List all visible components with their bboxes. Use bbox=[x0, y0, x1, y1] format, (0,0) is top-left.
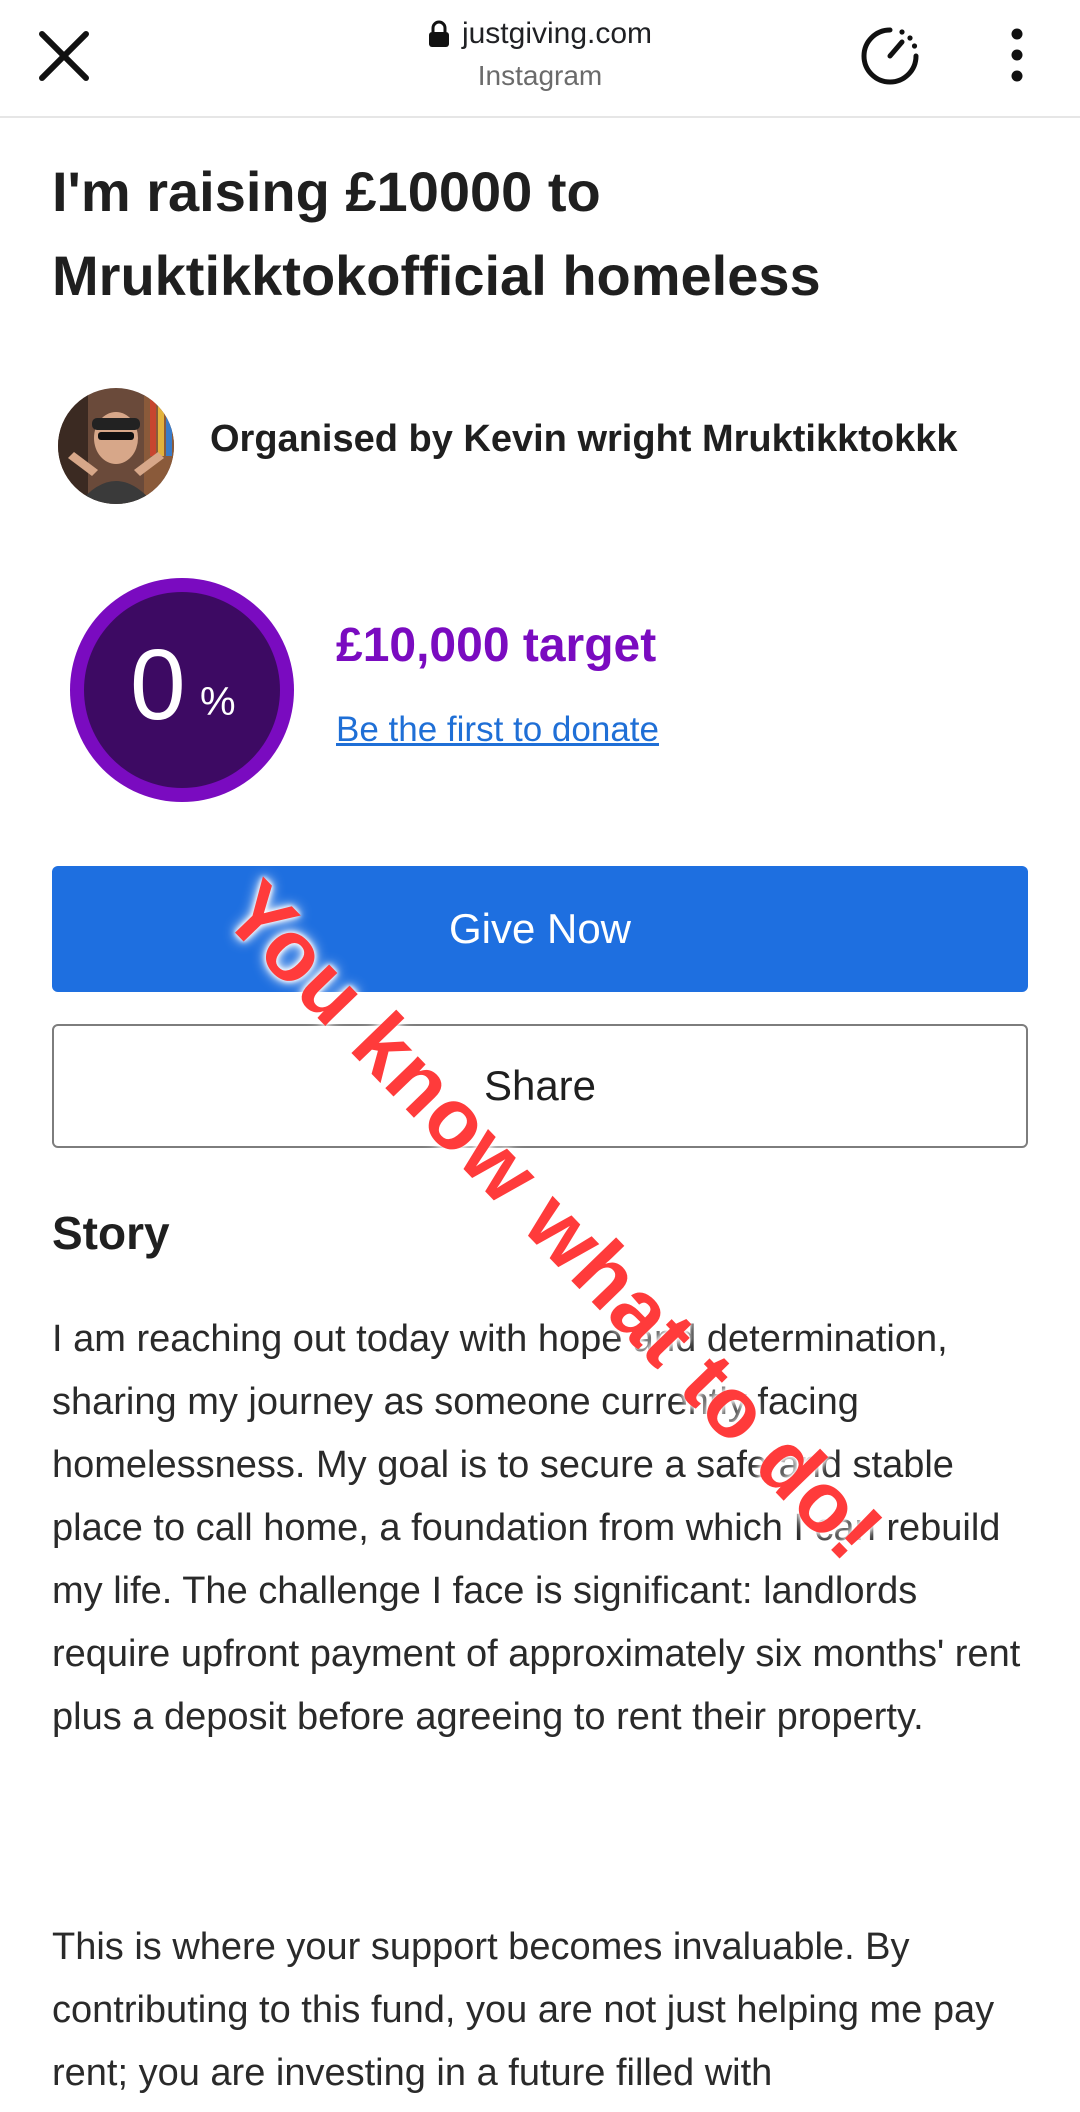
url-referrer: Instagram bbox=[477, 60, 603, 91]
address-block[interactable]: justgiving.com Instagram bbox=[300, 14, 780, 92]
more-vertical-icon[interactable] bbox=[990, 24, 1044, 86]
story-paragraph: I am reaching out today with hope and de… bbox=[52, 1318, 1021, 1738]
page-title: I'm raising £10000 to Mruktikktokofficia… bbox=[52, 160, 821, 307]
page: justgiving.com Instagram I'm raising £10… bbox=[0, 0, 1080, 2112]
first-donate-link[interactable]: Be the first to donate bbox=[336, 710, 659, 750]
close-icon[interactable] bbox=[30, 22, 98, 90]
speedometer-icon[interactable] bbox=[856, 22, 924, 90]
lock-icon bbox=[428, 20, 450, 48]
story-heading: Story bbox=[52, 1207, 170, 1259]
progress-percent-sign: % bbox=[200, 680, 236, 724]
give-now-button[interactable]: Give Now bbox=[52, 866, 1028, 992]
story-paragraph: This is where your support becomes inval… bbox=[52, 1926, 995, 2094]
progress-percent: 0 bbox=[130, 629, 186, 741]
organiser-avatar bbox=[58, 388, 174, 504]
fundraising-target: £10,000 target bbox=[336, 619, 657, 672]
share-button[interactable]: Share bbox=[52, 1024, 1028, 1148]
browser-top-bar: justgiving.com Instagram bbox=[0, 0, 1080, 118]
organiser-name[interactable]: Organised by Kevin wright Mruktikktokkk bbox=[210, 418, 958, 461]
url-domain: justgiving.com bbox=[461, 17, 653, 50]
